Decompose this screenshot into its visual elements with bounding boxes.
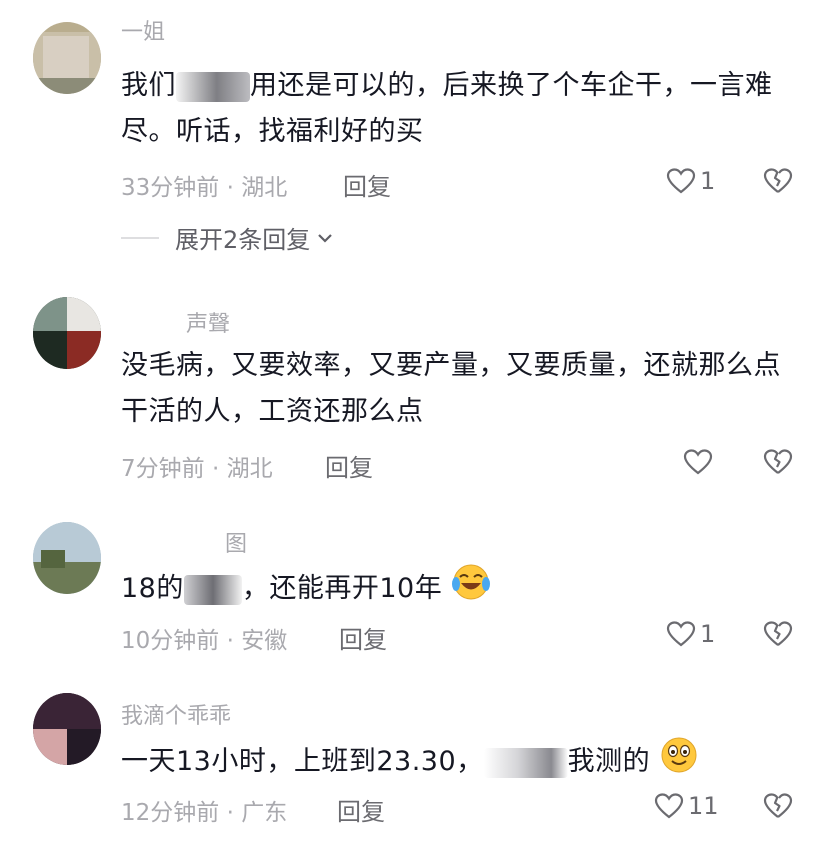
comment-text: 18的 ，还能再开10年 [121,563,793,616]
dislike-button[interactable] [762,448,794,480]
heart-icon [654,793,684,819]
heart-icon [666,168,696,194]
comment-meta: 33分钟前 · 湖北 [121,175,288,201]
comment-text: 一天13小时，上班到23.30， 我测的 [121,736,793,789]
broken-heart-icon [763,168,793,193]
expand-replies-label: 展开2条回复 [175,226,311,254]
comment-meta: 7分钟前 · 湖北 [121,456,273,482]
username[interactable]: 一姐 [121,14,165,46]
redacted-text [483,747,568,778]
comment-text: 我们 用还是可以的，后来换了个车企干，一言难尽。听话，找福利好的买 [121,70,773,147]
broken-heart-icon [763,449,793,474]
comment-meta: 10分钟前 · 安徽 [121,628,288,654]
comment-meta: 12分钟前 · 广东 [121,800,288,826]
avatar[interactable] [33,522,101,594]
reply-button[interactable]: 回复 [337,792,385,827]
heart-icon [666,621,696,647]
redacted-text [183,574,242,605]
expand-replies-button[interactable]: 展开2条回复 [121,220,334,255]
broken-heart-icon [763,621,793,646]
heart-icon [683,449,713,475]
dislike-button[interactable] [762,620,794,652]
dislike-button[interactable] [762,167,794,199]
like-button[interactable]: 1 [666,620,715,648]
like-button[interactable] [683,448,717,476]
like-button[interactable]: 11 [654,792,719,820]
avatar[interactable] [33,22,101,94]
broken-heart-icon [763,793,793,818]
avatar[interactable] [33,693,101,765]
smiling-emoji [659,736,699,789]
username[interactable]: 我滴个乖乖 [121,698,231,730]
like-button[interactable]: 1 [666,167,715,195]
reply-button[interactable]: 回复 [343,167,391,202]
redacted-text [176,71,250,102]
avatar[interactable] [33,297,101,369]
username[interactable]: 图 [225,526,247,558]
divider [121,236,159,239]
like-count: 1 [700,620,716,648]
comment-text: 没毛病，又要效率，又要产量，又要质量，还就那么点干活的人，工资还那么点 [121,350,781,427]
crying-laughing-emoji [451,563,491,616]
reply-button[interactable]: 回复 [325,448,373,483]
like-count: 1 [700,167,716,195]
reply-button[interactable]: 回复 [339,620,387,655]
username[interactable]: 声聲 [186,306,230,338]
chevron-down-icon [318,233,333,243]
like-count: 11 [688,792,719,820]
dislike-button[interactable] [762,792,794,824]
